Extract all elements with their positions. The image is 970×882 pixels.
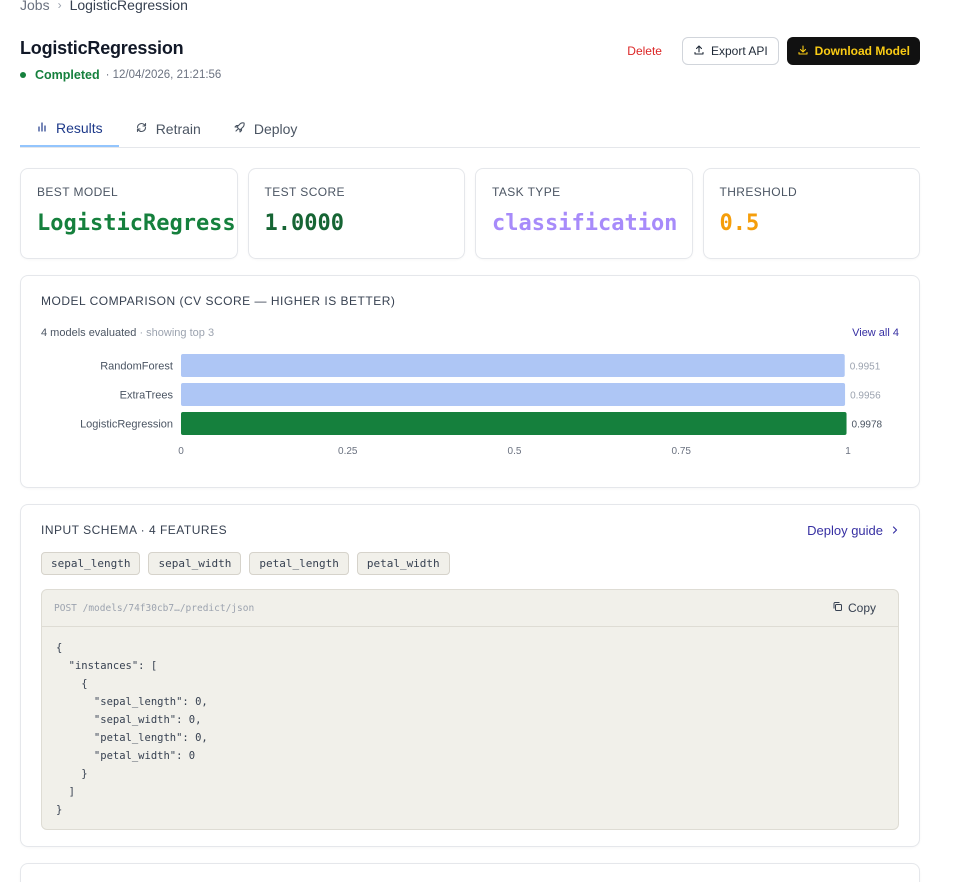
status-row: Completed · 12/04/2026, 21:21:56	[20, 68, 221, 82]
stat-value: 0.5	[719, 211, 760, 236]
view-all-link[interactable]: View all 4	[852, 327, 899, 339]
upload-icon	[693, 44, 705, 59]
stat-label: THRESHOLD	[719, 185, 798, 199]
bar-category-label: ExtraTrees	[120, 390, 174, 402]
code-header: POST /models/74f30cb7…/predict/json Copy	[42, 590, 898, 627]
status-badge: Completed	[35, 68, 100, 82]
tab-deploy[interactable]: Deploy	[217, 110, 314, 147]
deploy-guide-label: Deploy guide	[807, 523, 883, 538]
bar-logisticregression	[181, 412, 847, 435]
models-evaluated-count: 4 models evaluated	[41, 327, 137, 339]
download-icon	[797, 44, 809, 59]
x-tick-label: 0.5	[508, 446, 522, 457]
feature-chip: sepal_length	[41, 552, 141, 575]
rocket-icon	[233, 121, 246, 137]
stat-card-task-type: TASK TYPE classification	[475, 168, 693, 259]
stat-card-best-model: BEST MODEL LogisticRegression	[20, 168, 238, 259]
copy-label: Copy	[847, 601, 876, 615]
deploy-guide-link[interactable]: Deploy guide	[807, 523, 899, 538]
showing-top-text: · showing top 3	[136, 327, 215, 339]
x-tick-label: 1	[845, 446, 851, 457]
chevron-right-icon	[891, 523, 899, 538]
download-model-label: Download Model	[814, 44, 910, 58]
tab-retrain[interactable]: Retrain	[119, 110, 217, 147]
tab-bar: Results Retrain Deploy	[20, 110, 920, 148]
copy-button[interactable]: Copy	[832, 601, 876, 615]
breadcrumb-current: LogisticRegression	[69, 0, 188, 13]
cv-score-bar-chart: RandomForest 0.9951 ExtraTrees 0.9956 Logist…	[80, 354, 883, 457]
bar-chart-icon	[36, 120, 48, 136]
stat-label: TASK TYPE	[492, 185, 561, 199]
breadcrumb: Jobs › LogisticRegression	[20, 0, 188, 13]
bar-extratrees	[181, 383, 846, 406]
code-block: POST /models/74f30cb7…/predict/json Copy…	[41, 589, 899, 830]
delete-button[interactable]: Delete	[617, 37, 672, 65]
status-dot-icon	[20, 72, 26, 78]
bar-category-label: LogisticRegression	[80, 419, 173, 431]
page-title: LogisticRegression	[20, 38, 184, 58]
card-title: INPUT SCHEMA · 4 FEATURES	[41, 523, 228, 537]
x-tick-label: 0	[178, 446, 184, 457]
feature-chips: sepal_length sepal_width petal_length pe…	[41, 552, 450, 575]
feature-chip: sepal_width	[148, 552, 242, 575]
stat-cards: BEST MODEL LogisticRegression TEST SCORE…	[20, 168, 920, 259]
stat-card-threshold: THRESHOLD 0.5	[702, 168, 920, 259]
request-json-code: { "instances": [ { "sepal_length": 0, "s…	[56, 642, 208, 816]
stat-label: TEST SCORE	[264, 185, 345, 199]
tab-results[interactable]: Results	[20, 110, 119, 147]
export-api-label: Export API	[710, 44, 768, 58]
feature-chip: petal_width	[356, 552, 450, 575]
next-card	[20, 863, 920, 882]
tab-results-label: Results	[56, 119, 103, 136]
tab-deploy-label: Deploy	[253, 120, 298, 137]
card-title: MODEL COMPARISON (CV SCORE — HIGHER IS B…	[41, 294, 396, 308]
model-comparison-card: MODEL COMPARISON (CV SCORE — HIGHER IS B…	[20, 275, 920, 488]
copy-icon	[832, 601, 843, 615]
bar-value-label: 0.9978	[852, 420, 883, 431]
tab-retrain-label: Retrain	[155, 120, 201, 137]
bar-category-label: RandomForest	[100, 361, 173, 373]
export-api-button[interactable]: Export API	[681, 37, 779, 65]
stat-value: LogisticRegression	[37, 211, 237, 236]
x-tick-label: 0.25	[338, 446, 358, 457]
header-actions: Delete Export API Download Model	[617, 37, 920, 65]
bar-randomforest	[181, 354, 845, 377]
stat-card-test-score: TEST SCORE 1.0000	[247, 168, 465, 259]
refresh-icon	[135, 121, 148, 137]
endpoint-path: POST /models/74f30cb7…/predict/json	[54, 602, 255, 614]
bar-value-label: 0.9956	[850, 391, 881, 402]
chevron-right-icon: ›	[57, 0, 62, 12]
download-model-button[interactable]: Download Model	[786, 37, 920, 65]
stat-value: classification	[492, 211, 678, 236]
breadcrumb-jobs-link[interactable]: Jobs	[20, 0, 50, 13]
x-tick-label: 0.75	[672, 446, 692, 457]
stat-label: BEST MODEL	[37, 185, 119, 199]
bar-value-label: 0.9951	[850, 362, 881, 373]
models-evaluated-text: 4 models evaluated · showing top 3	[41, 327, 214, 339]
stat-value: 1.0000	[264, 211, 344, 236]
input-schema-card: INPUT SCHEMA · 4 FEATURES Deploy guide s…	[20, 504, 920, 847]
feature-chip: petal_length	[249, 552, 349, 575]
status-timestamp: · 12/04/2026, 21:21:56	[105, 69, 222, 81]
